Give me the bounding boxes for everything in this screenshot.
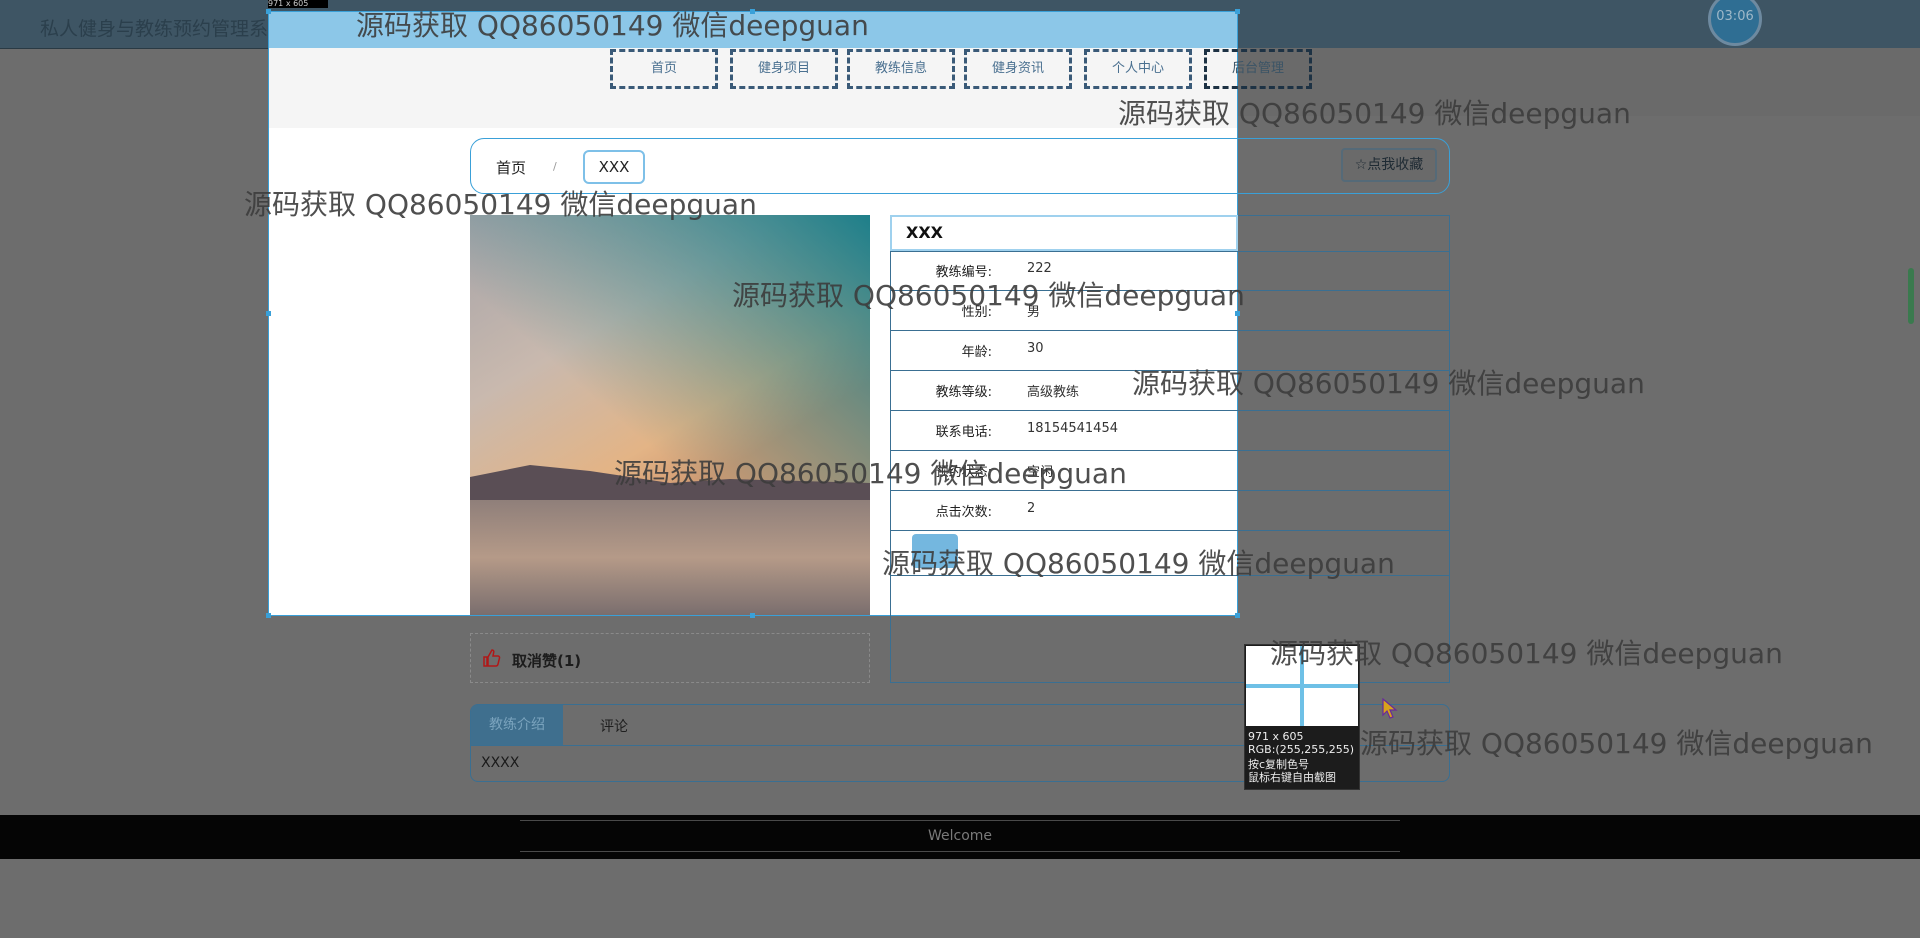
watermark-text: 源码获取 QQ86050149 微信deepguan: [356, 9, 869, 42]
watermark-text: 源码获取 QQ86050149 微信deepguan: [1270, 637, 1783, 670]
magnifier-hint-free: 鼠标右键自由截图: [1248, 771, 1336, 784]
watermark-text: 源码获取 QQ86050149 微信deepguan: [244, 188, 757, 221]
field-label-phone: 联系电话:: [935, 425, 992, 440]
field-value-phone: 18154541454: [1027, 421, 1118, 436]
row-divider: [890, 530, 1450, 531]
app-title: 私人健身与教练预约管理系统: [40, 18, 288, 40]
coach-name: XXX: [890, 215, 1238, 251]
watermark-text: 源码获取 QQ86050149 微信deepguan: [882, 547, 1395, 580]
page-scrollbar[interactable]: [1908, 268, 1914, 324]
watermark-text: 源码获取 QQ86050149 微信deepguan: [1132, 367, 1645, 400]
tab-coach-intro[interactable]: 教练介绍: [471, 705, 563, 745]
breadcrumb-current: XXX: [583, 150, 645, 184]
nav-fitness-projects[interactable]: 健身项目: [730, 49, 838, 89]
field-label-level: 教练等级:: [935, 385, 992, 400]
footer-divider: [520, 851, 1400, 852]
field-value-age: 30: [1027, 341, 1044, 356]
watermark-text: 源码获取 QQ86050149 微信deepguan: [614, 457, 1127, 490]
magnifier-size: 971 x 605: [1248, 730, 1304, 743]
field-label-click-count: 点击次数:: [935, 505, 992, 520]
nav-admin[interactable]: 后台管理: [1204, 49, 1312, 89]
row-divider: [890, 410, 1450, 411]
field-value-click-count: 2: [1027, 501, 1036, 516]
resize-handle-tl[interactable]: [266, 9, 271, 14]
nav-personal-center[interactable]: 个人中心: [1084, 49, 1192, 89]
footer-divider: [520, 820, 1400, 821]
row-divider: [890, 330, 1450, 331]
resize-handle-br[interactable]: [1235, 613, 1240, 618]
nav-coach-info[interactable]: 教练信息: [847, 49, 955, 89]
watermark-text: 源码获取 QQ86050149 微信deepguan: [1360, 727, 1873, 760]
nav-home[interactable]: 首页: [610, 49, 718, 89]
mouse-cursor-icon: [1382, 697, 1398, 724]
magnifier-rgb: RGB:(255,255,255): [1248, 743, 1354, 756]
field-label-age: 年龄:: [961, 345, 992, 360]
footer-welcome: Welcome: [927, 828, 993, 844]
coach-intro-text: XXXX: [481, 755, 520, 771]
unlike-label[interactable]: 取消赞(1): [512, 650, 581, 671]
watermark-text: 源码获取 QQ86050149 微信deepguan: [732, 279, 1245, 312]
nav-fitness-news[interactable]: 健身资讯: [964, 49, 1072, 89]
resize-handle-b[interactable]: [750, 613, 755, 618]
field-value-level: 高级教练: [1027, 385, 1080, 400]
row-divider: [890, 450, 1450, 451]
favorite-button[interactable]: ☆点我收藏: [1341, 148, 1437, 182]
tab-comments[interactable]: 评论: [600, 716, 628, 736]
resize-handle-tr[interactable]: [1235, 9, 1240, 14]
thumbs-up-icon: [482, 648, 502, 668]
resize-handle-l[interactable]: [266, 311, 271, 316]
breadcrumb-home[interactable]: 首页: [496, 157, 526, 178]
row-divider: [890, 251, 1450, 252]
selection-size-tag: 971 x 605: [268, 0, 328, 8]
magnifier-crosshair-h: [1246, 684, 1358, 688]
resize-handle-bl[interactable]: [266, 613, 271, 618]
watermark-text: 源码获取 QQ86050149 微信deepguan: [1118, 97, 1631, 130]
breadcrumb-separator: /: [553, 160, 557, 173]
